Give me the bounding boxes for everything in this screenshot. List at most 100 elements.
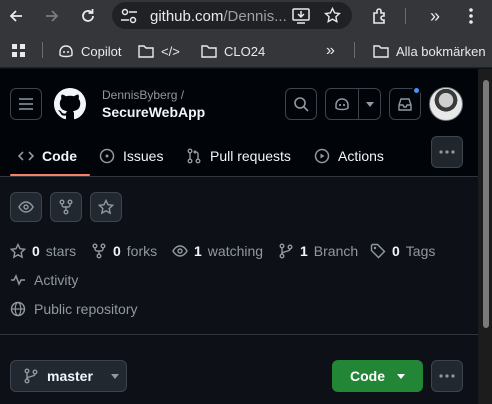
toolbar-divider xyxy=(405,8,406,24)
watch-button[interactable] xyxy=(10,192,42,222)
more-tabs-button[interactable]: » xyxy=(423,4,447,28)
copilot-button[interactable] xyxy=(326,89,359,119)
star-icon xyxy=(10,243,26,259)
github-logo-icon[interactable] xyxy=(54,88,86,120)
branch-select-button[interactable]: master xyxy=(10,360,127,392)
tab-pull-requests[interactable]: Pull requests xyxy=(186,145,291,167)
search-button[interactable] xyxy=(285,88,317,120)
overflow-label: » xyxy=(326,42,335,59)
bookmark-all-bookmarks[interactable]: Alla bokmärken xyxy=(373,41,486,61)
site-settings-icon xyxy=(121,8,137,24)
puzzle-icon xyxy=(373,8,385,24)
github-header: DennisByberg / SecureWebApp Code Issues … xyxy=(0,69,492,177)
copilot-dropdown-button[interactable] xyxy=(359,89,380,119)
forks-stat[interactable]: 0 forks xyxy=(91,242,157,260)
stars-label: stars xyxy=(45,243,77,259)
more-tabs-button[interactable] xyxy=(431,136,463,168)
bookmarks-overflow-button[interactable]: » xyxy=(326,41,335,61)
bookmark-folder-clo24[interactable]: CLO24 xyxy=(201,41,265,61)
arrow-left-icon xyxy=(9,10,22,22)
tab-label: Code xyxy=(42,148,77,164)
watching-label: watching xyxy=(207,243,264,259)
section-divider xyxy=(0,334,478,335)
tab-label: Actions xyxy=(338,148,384,164)
install-app-icon[interactable] xyxy=(292,8,310,24)
extensions-button[interactable] xyxy=(368,4,392,28)
kebab-horizontal-icon xyxy=(439,150,455,154)
folder-icon xyxy=(201,45,217,58)
repo-visibility: Public repository xyxy=(10,300,138,318)
forks-count: 0 xyxy=(113,243,121,259)
globe-icon xyxy=(10,301,26,317)
branch-label: Branch xyxy=(313,243,359,259)
search-icon xyxy=(294,97,309,112)
code-button-label: Code xyxy=(350,368,385,384)
tags-stat[interactable]: 0 Tags xyxy=(370,242,435,260)
repo-forked-icon xyxy=(59,199,73,215)
git-pull-request-icon xyxy=(187,148,201,164)
apps-grid-icon[interactable] xyxy=(12,44,26,58)
triangle-down-icon xyxy=(365,101,374,107)
tag-icon xyxy=(370,243,386,259)
reload-icon xyxy=(82,9,94,22)
reload-button[interactable] xyxy=(76,4,100,28)
triangle-down-icon xyxy=(397,373,405,379)
stars-stat[interactable]: 0 stars xyxy=(10,242,76,260)
browser-toolbar: github.com/Dennis... » xyxy=(0,0,492,32)
address-bar[interactable]: github.com/Dennis... xyxy=(112,2,352,29)
copilot-icon xyxy=(335,98,349,111)
activity-label: Activity xyxy=(34,272,79,288)
bookmark-label: Copilot xyxy=(81,43,122,59)
bookmarks-divider xyxy=(42,42,43,58)
bookmark-folder-code[interactable]: </> xyxy=(138,41,180,61)
tab-code[interactable]: Code xyxy=(18,145,77,167)
branch-name: master xyxy=(47,368,93,384)
star-button[interactable] xyxy=(90,192,122,222)
notification-indicator xyxy=(412,86,421,95)
code-dropdown-button[interactable]: Code xyxy=(332,360,423,392)
eye-icon xyxy=(172,245,188,257)
code-icon xyxy=(18,151,34,161)
folder-icon xyxy=(138,45,154,58)
watching-stat[interactable]: 1 watching xyxy=(172,242,263,260)
bookmark-label: </> xyxy=(161,43,180,59)
tags-label: Tags xyxy=(405,243,436,259)
selected-tab-indicator xyxy=(10,174,90,176)
git-branch-icon xyxy=(279,243,293,259)
tab-issues[interactable]: Issues xyxy=(99,145,163,167)
avatar[interactable] xyxy=(429,87,463,121)
url-host: github.com xyxy=(150,8,224,25)
fork-button[interactable] xyxy=(50,192,82,222)
forks-label: forks xyxy=(126,243,158,259)
kebab-icon xyxy=(469,8,473,24)
tags-count: 0 xyxy=(392,243,400,259)
bookmarks-divider xyxy=(354,42,355,58)
eye-icon xyxy=(18,201,34,213)
browser-menu-button[interactable] xyxy=(459,4,483,28)
tab-actions[interactable]: Actions xyxy=(314,145,384,167)
bookmark-copilot[interactable]: Copilot xyxy=(58,41,121,61)
scrollbar-thumb[interactable] xyxy=(483,80,489,328)
global-nav-menu-button[interactable] xyxy=(10,88,42,120)
visibility-label: Public repository xyxy=(34,301,138,317)
tab-label: Pull requests xyxy=(210,148,291,164)
url-text: github.com/Dennis... xyxy=(150,8,287,25)
back-button[interactable] xyxy=(4,4,28,28)
copilot-split-button xyxy=(325,88,381,120)
branches-stat[interactable]: 1 Branch xyxy=(278,242,358,260)
pulse-icon xyxy=(11,274,25,286)
bookmark-label: Alla bokmärken xyxy=(396,43,486,59)
bookmark-star-icon[interactable] xyxy=(324,7,341,24)
kebab-horizontal-icon xyxy=(439,374,455,378)
arrow-right-icon xyxy=(46,10,59,22)
url-path: /Dennis... xyxy=(223,8,287,25)
repo-owner-link[interactable]: DennisByberg / xyxy=(102,88,184,102)
issue-opened-icon xyxy=(99,148,115,164)
branch-count: 1 xyxy=(300,243,308,259)
star-icon xyxy=(98,199,114,215)
repo-name-link[interactable]: SecureWebApp xyxy=(102,104,205,120)
activity-link[interactable]: Activity xyxy=(10,271,78,289)
repo-more-options-button[interactable] xyxy=(431,360,463,392)
forward-button[interactable] xyxy=(40,4,64,28)
play-icon xyxy=(314,148,330,164)
